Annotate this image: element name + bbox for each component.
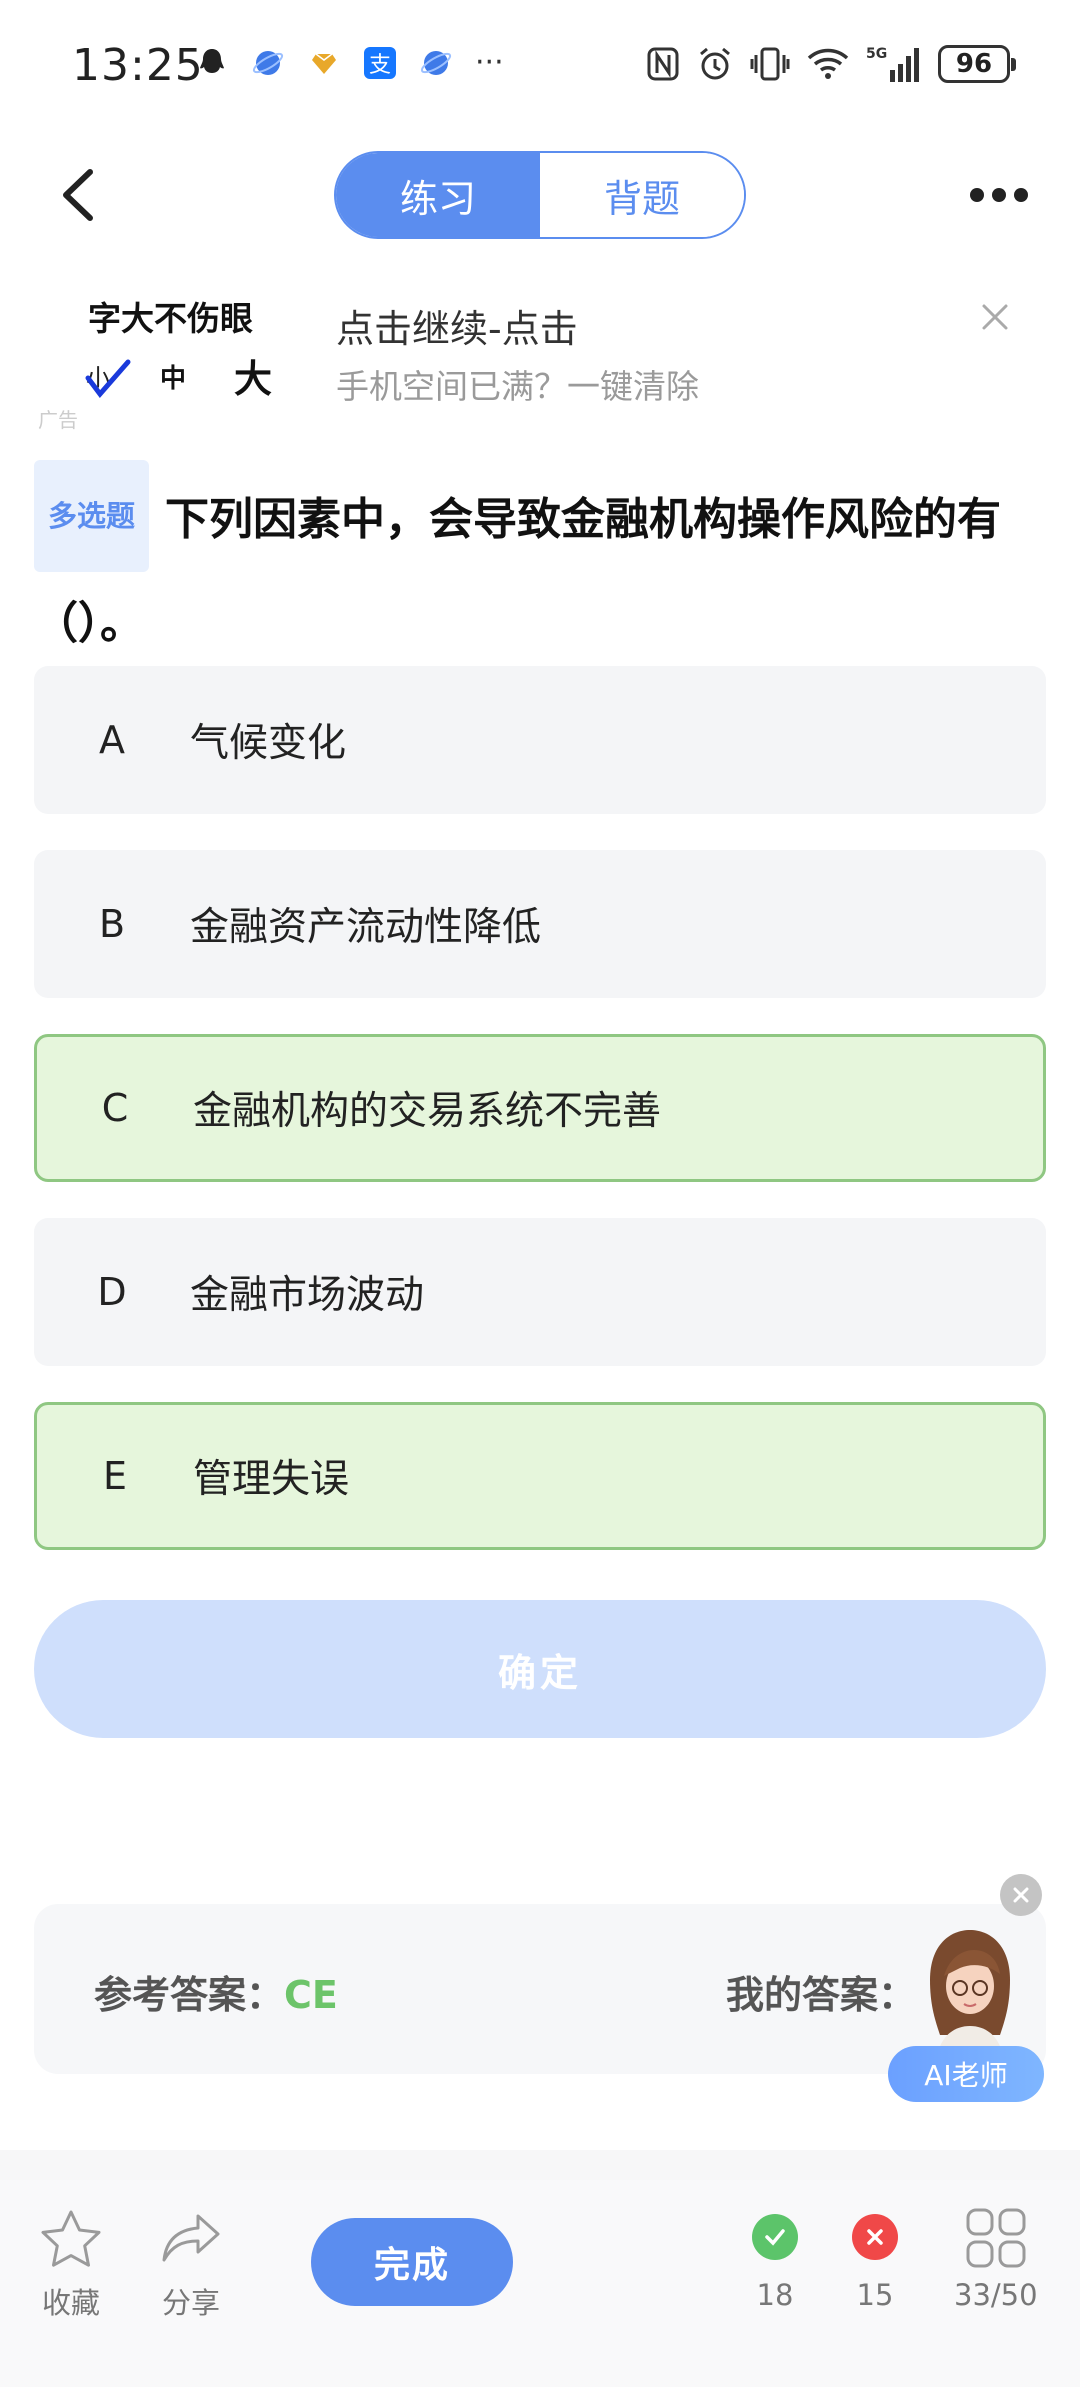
status-time: 13:25 <box>72 40 204 91</box>
more-menu-button[interactable] <box>970 180 1030 210</box>
ad-title[interactable]: 点击继续-点击 <box>336 298 578 353</box>
battery-icon: 96 <box>938 45 1016 83</box>
correct-count[interactable]: 18 <box>752 2214 798 2312</box>
system-icons: 5G 96 <box>646 44 1016 84</box>
option-a[interactable]: A 气候变化 <box>34 666 1046 814</box>
question-type-badge: 多选题 <box>34 460 150 572</box>
share-icon <box>162 2214 220 2262</box>
status-bar: 13:25 支 ··· 5G 96 <box>0 0 1080 135</box>
svg-text:5G: 5G <box>866 46 887 62</box>
ai-close-icon[interactable] <box>1000 1874 1042 1916</box>
nfc-icon <box>647 47 679 81</box>
ai-teacher-avatar[interactable] <box>900 1920 1030 2060</box>
more-dot <box>970 188 984 202</box>
question-text: 下列因素中，会导致金融机构操作风险的有（）。 <box>34 494 1002 649</box>
ad-tag: 广告 <box>38 408 78 432</box>
reference-answer: 参考答案：CE <box>94 1964 338 2019</box>
reference-answer-value: CE <box>284 1973 338 2017</box>
ad-brand-title: 字大不伤眼 <box>88 299 253 338</box>
tab-memorize[interactable]: 背题 <box>540 153 744 237</box>
ad-size-mid: 中 <box>160 364 187 394</box>
wrong-count[interactable]: 15 <box>852 2214 898 2312</box>
back-button[interactable] <box>50 160 110 230</box>
browser-icon <box>252 51 284 75</box>
option-letter: C <box>101 1086 129 1130</box>
option-c[interactable]: C 金融机构的交易系统不完善 <box>34 1034 1046 1182</box>
reference-answer-label: 参考答案： <box>94 1973 285 2017</box>
my-answer-label: 我的答案： <box>726 1973 917 2017</box>
option-letter: B <box>98 902 126 946</box>
alarm-icon <box>700 47 730 80</box>
confirm-button[interactable]: 确定 <box>34 1600 1046 1738</box>
option-text: 金融资产流动性降低 <box>190 905 542 950</box>
ad-size-big: 大 <box>234 357 273 401</box>
favorite-label: 收藏 <box>41 2286 100 2320</box>
option-b[interactable]: B 金融资产流动性降低 <box>34 850 1046 998</box>
checkmark-icon <box>85 359 131 398</box>
option-letter: D <box>97 1270 127 1314</box>
vibrate-icon <box>750 47 790 81</box>
grid-icon <box>966 2208 1026 2268</box>
qq-icon <box>200 49 224 73</box>
option-d[interactable]: D 金融市场波动 <box>34 1218 1046 1366</box>
star-icon <box>41 2210 101 2267</box>
signal-5g-icon: 5G <box>866 46 919 82</box>
correct-count-value: 18 <box>756 2278 794 2312</box>
question-grid-button[interactable]: 33/50 <box>954 2206 1038 2312</box>
option-letter: E <box>102 1454 127 1498</box>
option-text: 气候变化 <box>190 721 347 766</box>
progress-value: 33/50 <box>954 2278 1038 2312</box>
bottom-divider <box>0 2150 1080 2180</box>
share-button[interactable]: 分享 <box>158 2208 224 2322</box>
mode-switch: 练习 背题 <box>334 151 746 239</box>
alipay-icon: 支 <box>364 47 396 79</box>
notification-icons: 支 ··· <box>195 46 504 80</box>
cross-circle-icon <box>852 2214 898 2260</box>
option-text: 金融市场波动 <box>190 1273 425 1318</box>
question-text-block: 多选题 下列因素中，会导致金融机构操作风险的有（）。 <box>34 460 1044 670</box>
ad-subtitle: 手机空间已满？一键清除 <box>336 367 699 406</box>
svg-text:支: 支 <box>369 53 391 78</box>
wifi-icon <box>807 48 849 79</box>
ad-close-icon[interactable] <box>978 300 1012 334</box>
option-letter: A <box>99 718 125 762</box>
more-dot <box>1014 188 1028 202</box>
answer-card: 参考答案：CE 我的答案： <box>34 1904 1046 2074</box>
favorite-button[interactable]: 收藏 <box>38 2208 104 2322</box>
ad-size-graphic: 小 中 大 <box>84 350 284 401</box>
option-text: 金融机构的交易系统不完善 <box>193 1089 662 1134</box>
tab-practice[interactable]: 练习 <box>336 153 540 237</box>
check-circle-icon <box>752 2214 798 2260</box>
wrong-count-value: 15 <box>856 2278 894 2312</box>
more-dot <box>992 188 1006 202</box>
ai-teacher-button[interactable]: AI老师 <box>888 2046 1044 2102</box>
question: 多选题 下列因素中，会导致金融机构操作风险的有（）。 <box>34 460 1044 670</box>
share-label: 分享 <box>161 2286 220 2320</box>
option-text: 管理失误 <box>193 1457 350 1502</box>
honor-icon <box>312 53 336 74</box>
browser-icon <box>420 51 452 75</box>
done-button[interactable]: 完成 <box>311 2218 513 2306</box>
more-notifications-icon: ··· <box>475 45 504 80</box>
option-e[interactable]: E 管理失误 <box>34 1402 1046 1550</box>
